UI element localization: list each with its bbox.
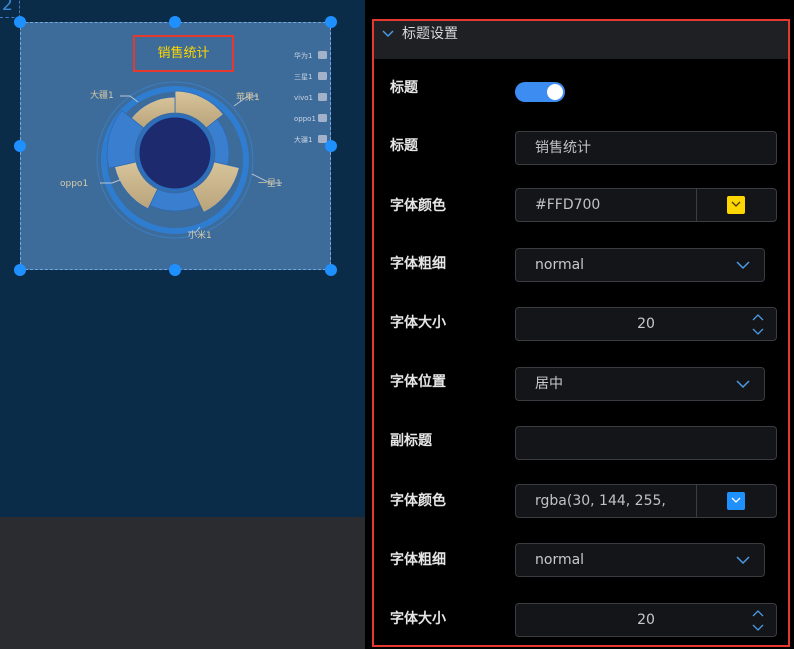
inner-circle [136, 114, 214, 192]
resize-handle-tm[interactable] [169, 16, 181, 28]
chevron-down-icon[interactable] [752, 328, 764, 336]
chevron-down-icon [736, 556, 750, 565]
title-label: 标题 [390, 138, 418, 154]
sub-font-weight-value: normal [535, 552, 585, 568]
font-size-label: 字体大小 [390, 315, 446, 331]
slice-label: oppo1 [60, 179, 88, 189]
sub-font-color-label: 字体颜色 [390, 493, 446, 509]
legend-swatch [318, 51, 327, 59]
sub-font-weight-select[interactable]: normal [515, 543, 765, 577]
show-title-label: 标题 [390, 80, 418, 96]
resize-handle-ml[interactable] [14, 140, 26, 152]
subtitle-label: 副标题 [390, 433, 432, 449]
slice-label: 小米1 [188, 229, 212, 241]
divider [696, 189, 697, 221]
canvas-index-label: 2 [0, 0, 20, 18]
resize-handle-bm[interactable] [169, 264, 181, 276]
legend-item-label: 三星1 [294, 73, 312, 81]
chevron-up-icon[interactable] [752, 313, 764, 321]
sub-font-size-label: 字体大小 [390, 611, 446, 627]
resize-handle-tl[interactable] [14, 16, 26, 28]
font-size-stepper[interactable]: 20 [515, 307, 777, 341]
show-title-toggle[interactable] [515, 82, 565, 102]
toggle-knob [547, 84, 563, 100]
resize-handle-br[interactable] [325, 264, 337, 276]
legend-item-label: 大疆1 [294, 135, 312, 144]
font-size-value: 20 [637, 316, 655, 332]
sub-font-color-input[interactable]: rgba(30, 144, 255, [515, 484, 777, 518]
legend-swatch [318, 72, 327, 80]
slice-label: 一星1 [258, 178, 282, 189]
title-position-label: 字体位置 [390, 374, 446, 390]
font-color-swatch[interactable] [727, 196, 745, 214]
sub-font-color-swatch[interactable] [727, 492, 745, 510]
font-color-value[interactable]: #FFD700 [535, 189, 685, 221]
font-weight-select[interactable]: normal [515, 248, 765, 282]
sub-font-size-stepper[interactable]: 20 [515, 603, 777, 637]
resize-handle-bl[interactable] [14, 264, 26, 276]
chart-title[interactable]: 销售统计 [133, 35, 234, 72]
sub-font-size-value: 20 [637, 612, 655, 628]
resize-handle-mr[interactable] [325, 140, 337, 152]
title-position-select[interactable]: 居中 [515, 367, 765, 401]
chevron-down-icon [736, 380, 750, 389]
legend-item-label: 华为1 [294, 51, 312, 60]
legend-swatch [318, 93, 327, 101]
chevron-down-icon [736, 261, 750, 270]
chart-legend: 华为1 三星1 vivo1 oppo1 大疆1 [294, 51, 327, 144]
sub-font-weight-label: 字体粗细 [390, 552, 446, 568]
font-weight-value: normal [535, 257, 585, 273]
title-input[interactable]: 销售统计 [515, 131, 777, 165]
chevron-down-icon[interactable] [381, 27, 395, 41]
font-color-input[interactable]: #FFD700 [515, 188, 777, 222]
legend-swatch [318, 114, 327, 122]
pie-slice [149, 188, 201, 212]
legend-item-label: oppo1 [294, 115, 316, 123]
slice-label: 苹果1 [236, 91, 260, 103]
font-weight-label: 字体粗细 [390, 256, 446, 272]
subtitle-input[interactable] [515, 426, 777, 460]
font-color-label: 字体颜色 [390, 198, 446, 214]
chevron-down-icon [731, 497, 741, 503]
divider [696, 485, 697, 517]
canvas-bottom-area [0, 517, 365, 649]
section-title: 标题设置 [402, 26, 458, 42]
chevron-down-icon[interactable] [752, 624, 764, 632]
slice-label: 大疆1 [90, 89, 114, 101]
title-position-value: 居中 [535, 376, 563, 392]
resize-handle-tr[interactable] [325, 16, 337, 28]
chevron-up-icon[interactable] [752, 609, 764, 617]
chevron-down-icon [731, 201, 741, 207]
sub-font-color-value[interactable]: rgba(30, 144, 255, [535, 485, 685, 517]
legend-item-label: vivo1 [294, 94, 313, 102]
